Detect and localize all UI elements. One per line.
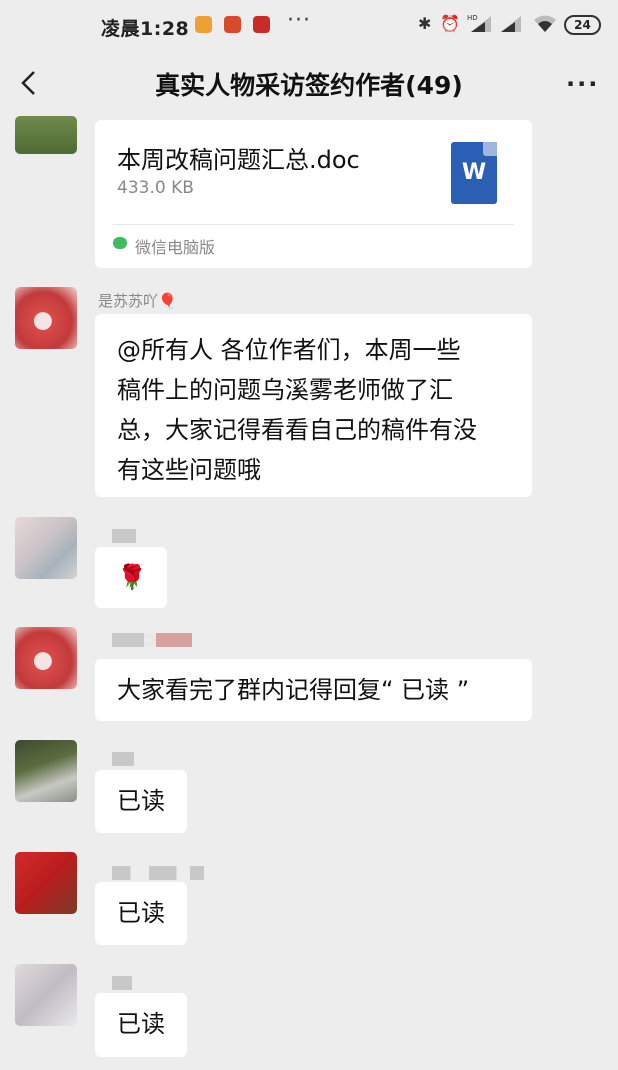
file-name: 本周改稿问题汇总.doc — [117, 146, 360, 174]
message-line: 有这些问题哦 — [117, 456, 261, 484]
app-notification-icon — [253, 16, 270, 33]
file-size: 433.0 KB — [117, 178, 194, 198]
message-text: 🌹 — [117, 563, 147, 591]
message-text: 已读 — [117, 787, 165, 815]
file-source-label: 微信电脑版 — [135, 238, 216, 257]
app-notification-icon — [224, 16, 241, 33]
message-text: 已读 — [117, 899, 165, 927]
divider — [113, 224, 514, 225]
signal-icon-2 — [497, 12, 523, 38]
message-line: 稿件上的问题乌溪雾老师做了汇 — [117, 376, 453, 404]
wechat-pc-icon — [113, 237, 127, 249]
message-text: 已读 — [117, 1010, 165, 1038]
word-file-icon: W — [451, 142, 497, 204]
message-line: @所有人 各位作者们，本周一些 — [117, 336, 461, 364]
message-text: 大家看完了群内记得回复“ 已读 ” — [117, 676, 470, 704]
message-bubble[interactable]: 已读 — [95, 993, 187, 1057]
app-notification-icon — [195, 16, 212, 33]
sender-name-blurred — [112, 866, 204, 880]
sender-name-blurred — [112, 752, 134, 766]
battery-indicator: 24 — [564, 15, 601, 35]
message-line: 总，大家记得看看自己的稿件有没 — [117, 416, 477, 444]
avatar[interactable] — [15, 287, 77, 349]
message-bubble[interactable]: 🌹 — [95, 547, 167, 608]
alarm-icon: ⏰ — [440, 14, 460, 33]
avatar[interactable] — [15, 116, 77, 154]
message-bubble[interactable]: 已读 — [95, 770, 187, 833]
avatar[interactable] — [15, 852, 77, 914]
avatar[interactable] — [15, 964, 77, 1026]
avatar[interactable] — [15, 517, 77, 579]
sender-name-blurred — [112, 529, 136, 543]
sender-name-blurred — [112, 633, 192, 647]
svg-text:HD: HD — [467, 14, 478, 22]
avatar[interactable] — [15, 627, 77, 689]
message-bubble[interactable]: 大家看完了群内记得回复“ 已读 ” — [95, 659, 532, 721]
message-bubble[interactable]: @所有人 各位作者们，本周一些 稿件上的问题乌溪雾老师做了汇 总，大家记得看看自… — [95, 314, 532, 497]
more-options-icon[interactable]: ··· — [566, 70, 599, 98]
sender-name: 是苏苏吖🎈 — [98, 292, 177, 310]
wifi-icon — [533, 14, 557, 38]
file-message-bubble[interactable]: 本周改稿问题汇总.doc 433.0 KB W 微信电脑版 — [95, 120, 532, 268]
signal-icon: HD — [467, 12, 493, 38]
status-time: 凌晨1:28 — [101, 18, 190, 40]
status-more-dots: ··· — [287, 8, 311, 33]
status-bar: 凌晨1:28 ··· ✱ ⏰ HD 24 — [0, 0, 618, 52]
message-bubble[interactable]: 已读 — [95, 882, 187, 945]
chat-title: 真实人物采访签约作者(49) — [155, 71, 463, 100]
sender-name-blurred — [112, 976, 132, 990]
avatar[interactable] — [15, 740, 77, 802]
bluetooth-icon: ✱ — [418, 14, 432, 33]
